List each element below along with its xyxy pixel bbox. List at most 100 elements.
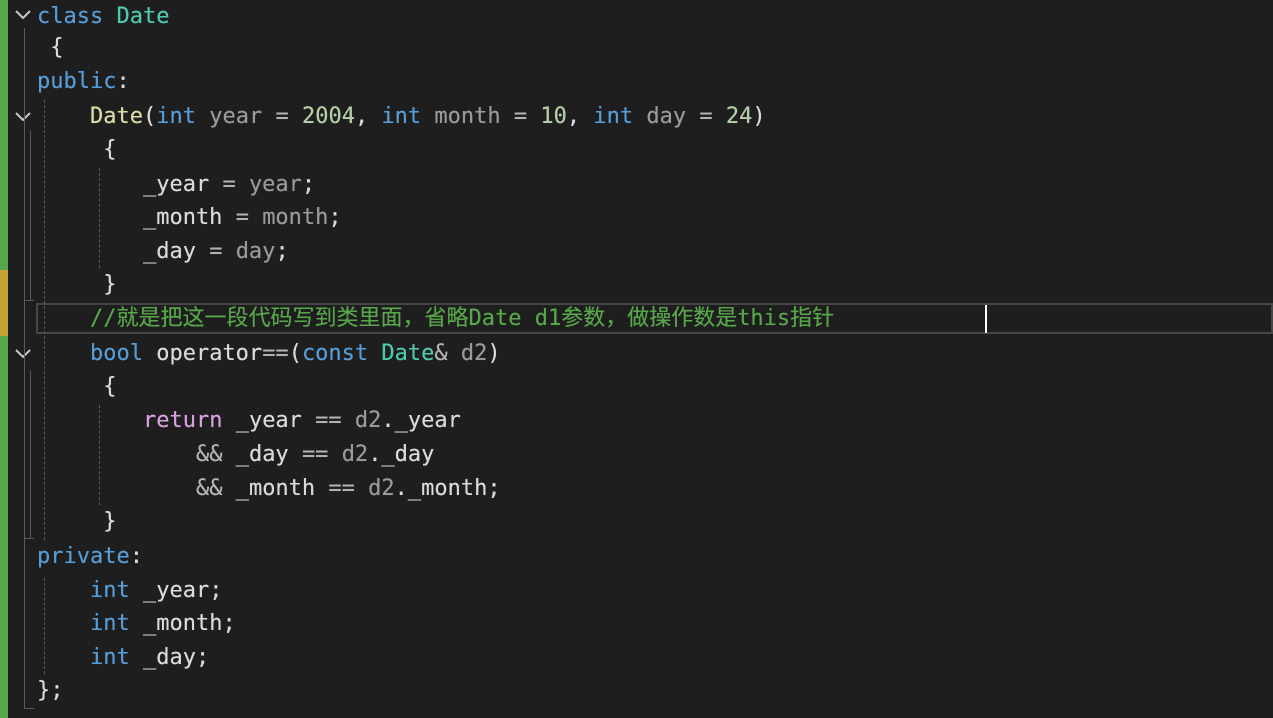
code-line[interactable]: private:	[37, 540, 143, 574]
code-token: 10	[540, 104, 567, 129]
code-token: ==	[301, 442, 342, 467]
code-token: day	[633, 104, 700, 129]
code-token: int	[89, 611, 130, 636]
code-token: year	[195, 104, 276, 129]
code-token: _day	[222, 442, 302, 467]
code-line[interactable]: return _year == d2._year	[37, 404, 461, 438]
unsaved-change-marker	[0, 270, 8, 336]
code-token: =	[699, 104, 726, 129]
chevron-down-icon[interactable]	[13, 344, 33, 364]
code-token: d2	[341, 442, 369, 467]
code-line[interactable]: _month = month;	[37, 201, 342, 235]
code-token: =	[275, 104, 302, 129]
code-token: int	[381, 104, 422, 129]
code-token: Date	[381, 341, 435, 366]
code-line[interactable]: public:	[37, 65, 130, 99]
code-line[interactable]: int _month;	[37, 607, 236, 641]
code-line[interactable]: && _day == d2._day	[37, 438, 434, 472]
code-token: d2	[368, 476, 395, 501]
change-tracking-bar	[0, 0, 8, 718]
code-line[interactable]: //就是把这一段代码写到类里面，省略Date d1参数，做操作数是this指针	[37, 302, 834, 336]
code-line[interactable]: _year = year;	[37, 168, 315, 202]
code-token: ;	[328, 205, 342, 230]
code-token: int	[89, 578, 130, 603]
code-token: _year	[37, 172, 223, 197]
code-token: _year;	[129, 578, 223, 603]
code-token: private	[37, 544, 130, 569]
code-token: int	[156, 104, 196, 129]
code-token: ,	[566, 104, 594, 129]
code-editor[interactable]: class Date { public: Date(int year = 2004…	[0, 0, 1273, 718]
code-token: :	[129, 544, 143, 569]
ctor-scope-guide	[30, 130, 31, 300]
code-token: const	[301, 341, 369, 366]
code-token: }	[37, 509, 117, 534]
code-token: int	[89, 645, 130, 670]
code-line[interactable]: };	[37, 674, 64, 708]
code-token: ._day	[368, 442, 435, 467]
code-token: &&	[195, 442, 223, 467]
code-token: ._month;	[394, 476, 501, 501]
code-line[interactable]: }	[37, 268, 116, 302]
code-token: day	[235, 239, 276, 264]
code-token: month	[421, 104, 514, 129]
code-token: =	[222, 172, 249, 197]
code-token: ==	[328, 476, 369, 501]
code-token: )	[752, 104, 766, 129]
code-token: )	[487, 341, 501, 366]
code-token: ,	[354, 104, 382, 129]
code-token: public	[37, 69, 117, 94]
code-token: operator	[142, 341, 263, 366]
code-token: _month	[37, 205, 236, 230]
code-token: _year	[222, 408, 316, 433]
code-line[interactable]: bool operator==(const Date& d2)	[37, 337, 501, 371]
code-line[interactable]: int _year;	[37, 574, 222, 608]
code-token: =	[513, 104, 541, 129]
code-token: :	[116, 69, 130, 94]
code-line[interactable]: {	[37, 370, 116, 404]
code-line[interactable]: class Date	[37, 0, 169, 34]
code-line[interactable]: _day = day;	[37, 235, 289, 269]
code-token: d2	[460, 341, 488, 366]
code-token: Date	[116, 4, 170, 29]
code-line[interactable]: Date(int year = 2004, int month = 10, in…	[37, 100, 766, 134]
code-token: {	[37, 137, 117, 162]
code-token: &&	[195, 476, 223, 501]
chevron-down-icon[interactable]	[13, 5, 33, 25]
operator-scope-guide-end	[24, 538, 34, 539]
text-caret	[985, 305, 987, 333]
code-token: year	[248, 172, 302, 197]
code-token: int	[593, 104, 634, 129]
code-line[interactable]: && _month == d2._month;	[37, 472, 501, 506]
code-line[interactable]: {	[37, 31, 64, 65]
code-token: class	[37, 4, 104, 29]
code-token: _day	[37, 239, 210, 264]
ctor-scope-guide-end	[24, 300, 34, 301]
code-line[interactable]: int _day;	[37, 641, 209, 675]
code-token: =	[209, 239, 236, 264]
code-token: Date	[89, 104, 143, 129]
code-token: }	[37, 272, 117, 297]
chevron-down-icon[interactable]	[13, 107, 33, 127]
code-token: 24	[725, 104, 753, 129]
code-token: _month	[222, 476, 329, 501]
class-scope-guide	[24, 28, 25, 708]
operator-scope-guide	[30, 370, 31, 538]
code-token: 2004	[301, 104, 355, 129]
code-line[interactable]: {	[37, 133, 116, 167]
code-token: d2	[354, 408, 382, 433]
code-token: ._year	[381, 408, 461, 433]
code-line[interactable]: }	[37, 505, 116, 539]
code-token: bool	[89, 341, 143, 366]
code-token: {	[37, 35, 64, 60]
